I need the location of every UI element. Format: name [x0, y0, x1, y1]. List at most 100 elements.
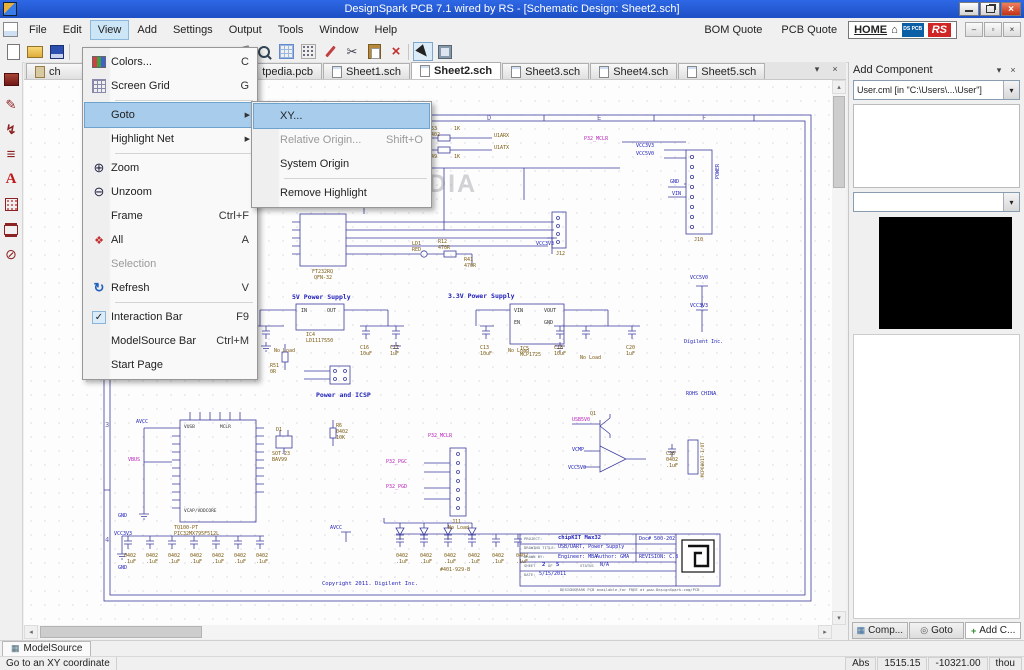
menu-edit[interactable]: Edit — [55, 20, 90, 40]
minimize-button[interactable] — [959, 2, 979, 16]
menu-settings[interactable]: Settings — [165, 20, 221, 40]
menu-item-icon — [87, 255, 111, 273]
schematic-label: F — [702, 114, 707, 122]
restore-button[interactable] — [980, 2, 1000, 16]
mdi-restore-button[interactable]: ▫ — [984, 22, 1002, 37]
interaction-bar-tool-icon[interactable] — [2, 70, 21, 89]
menu-output[interactable]: Output — [221, 20, 270, 40]
menu-view-modelsource-bar[interactable]: ModelSource Bar Ctrl+M — [85, 329, 255, 353]
toolbar-separator[interactable] — [69, 43, 72, 60]
menu-view-colors[interactable]: Colors... C — [85, 50, 255, 74]
menu-tools[interactable]: Tools — [270, 20, 312, 40]
menu-view-unzoom[interactable]: Unzoom — [85, 180, 255, 204]
add-bus-tool-icon[interactable] — [2, 120, 21, 139]
panel-tab-components[interactable]: Comp... — [852, 622, 908, 639]
tab-sheet4[interactable]: Sheet4.sch — [590, 63, 678, 79]
schematic-label: 10K — [336, 435, 346, 441]
scrollbar-thumb[interactable] — [40, 626, 202, 638]
select-cursor-icon[interactable] — [413, 42, 433, 61]
mdi-minimize-button[interactable]: – — [965, 22, 983, 37]
menu-goto-xy[interactable]: XY... — [253, 103, 430, 129]
menu-view-interaction-bar[interactable]: Interaction Bar F9 — [85, 305, 255, 329]
component-browser-icon[interactable] — [435, 42, 455, 61]
menu-pcb-quote[interactable]: PCB Quote — [773, 20, 845, 40]
tab-sheet2[interactable]: Sheet2.sch — [411, 62, 502, 79]
schematic-label: chipKIT Max32 — [558, 535, 602, 541]
menu-view-refresh[interactable]: Refresh V — [85, 276, 255, 300]
panel-tab-goto[interactable]: Goto — [908, 622, 965, 639]
cut-icon[interactable] — [342, 42, 362, 61]
menu-view-highlight-net[interactable]: Highlight Net — [85, 127, 255, 151]
tab-sheet1[interactable]: Sheet1.sch — [323, 63, 411, 79]
schematic-label: RED — [412, 247, 422, 253]
goto-menu-item[interactable] — [284, 178, 427, 179]
horizontal-scrollbar[interactable]: ◂ ▸ — [24, 625, 832, 639]
add-component-tool-icon[interactable] — [2, 195, 21, 214]
menu-view-goto[interactable]: Goto — [84, 102, 256, 128]
scroll-down-button[interactable]: ▾ — [832, 611, 846, 625]
modelsource-tab[interactable]: ModelSource — [2, 640, 92, 657]
panel-tab-add-component[interactable]: Add C... — [965, 622, 1022, 639]
menu-view-selection[interactable]: Selection — [85, 252, 255, 276]
tab-close-button[interactable]: × — [827, 61, 843, 77]
view-menu-item[interactable] — [115, 100, 253, 101]
scrollbar-thumb[interactable] — [833, 96, 845, 188]
schematic-label: P32_PGC — [386, 459, 408, 465]
schematic-label: AVCC — [330, 525, 343, 531]
menu-file[interactable]: File — [21, 20, 55, 40]
menu-add[interactable]: Add — [129, 20, 165, 40]
toolbar-separator[interactable] — [408, 43, 411, 60]
menu-window[interactable]: Window — [311, 20, 366, 40]
home-button[interactable]: HOME ⌂ DS PCB RS — [848, 20, 957, 39]
snap-grid-icon[interactable] — [298, 42, 318, 61]
add-text-tool-icon[interactable] — [2, 170, 21, 189]
schematic-label: .1uF — [444, 559, 457, 565]
menu-view-zoom[interactable]: Zoom — [85, 156, 255, 180]
scroll-left-button[interactable]: ◂ — [24, 625, 38, 639]
document-icon — [3, 22, 18, 37]
open-design-icon[interactable] — [25, 42, 45, 61]
status-hint: Go to an XY coordinate — [0, 657, 117, 670]
add-net-tool-icon[interactable] — [2, 145, 21, 164]
tab-list-button[interactable]: ▾ — [809, 61, 825, 77]
scroll-up-button[interactable]: ▴ — [832, 80, 846, 94]
menu-view[interactable]: View — [89, 19, 130, 40]
save-icon[interactable] — [47, 42, 67, 61]
component-list[interactable] — [853, 104, 1020, 188]
menu-view-frame[interactable]: Frame Ctrl+F — [85, 204, 255, 228]
delete-icon[interactable] — [386, 42, 406, 61]
title-bar[interactable]: DesignSpark PCB 7.1 wired by RS - [Schem… — [0, 0, 1024, 18]
menu-goto-system-origin[interactable]: System Origin — [254, 152, 429, 176]
menu-bom-quote[interactable]: BOM Quote — [696, 20, 770, 40]
menu-view-start-page[interactable]: Start Page — [85, 353, 255, 377]
tab-sheet5[interactable]: Sheet5.sch — [678, 63, 766, 79]
panel-menu-button[interactable]: ▾ — [992, 65, 1006, 76]
paste-icon[interactable] — [364, 42, 384, 61]
dropdown-arrow-icon[interactable]: ▾ — [1003, 81, 1019, 99]
tab-sheet3[interactable]: Sheet3.sch — [502, 63, 590, 79]
view-menu-item[interactable] — [115, 153, 253, 154]
no-connect-tool-icon[interactable] — [2, 245, 21, 264]
schematic-label: EN — [514, 320, 521, 326]
component-select[interactable]: ▾ — [853, 192, 1020, 212]
dropdown-arrow-icon[interactable]: ▾ — [1003, 193, 1019, 211]
menu-help[interactable]: Help — [367, 20, 406, 40]
menu-view-all[interactable]: All A — [85, 228, 255, 252]
library-select[interactable]: User.cml [in "C:\Users\...\User"] ▾ — [853, 80, 1020, 100]
menu-goto-remove-highlight[interactable]: Remove Highlight — [254, 181, 429, 205]
view-menu-item[interactable] — [115, 302, 253, 303]
schematic-label: .1uF — [234, 559, 247, 565]
mdi-close-button[interactable]: × — [1003, 22, 1021, 37]
close-button[interactable]: × — [1001, 2, 1021, 16]
panel-title: Add Component — [853, 64, 933, 76]
vertical-scrollbar[interactable]: ▴ ▾ — [832, 80, 846, 625]
add-wire-tool-icon[interactable] — [2, 95, 21, 114]
new-document-icon[interactable] — [3, 42, 23, 61]
add-connector-tool-icon[interactable] — [2, 220, 21, 239]
screen-grid-icon[interactable] — [276, 42, 296, 61]
scroll-right-button[interactable]: ▸ — [818, 625, 832, 639]
menu-view-screen-grid[interactable]: Screen Grid G — [85, 74, 255, 98]
panel-close-button[interactable]: × — [1006, 65, 1020, 75]
add-wire-icon[interactable] — [320, 42, 340, 61]
menu-goto-relative-origin[interactable]: Relative Origin... Shift+O — [254, 128, 429, 152]
